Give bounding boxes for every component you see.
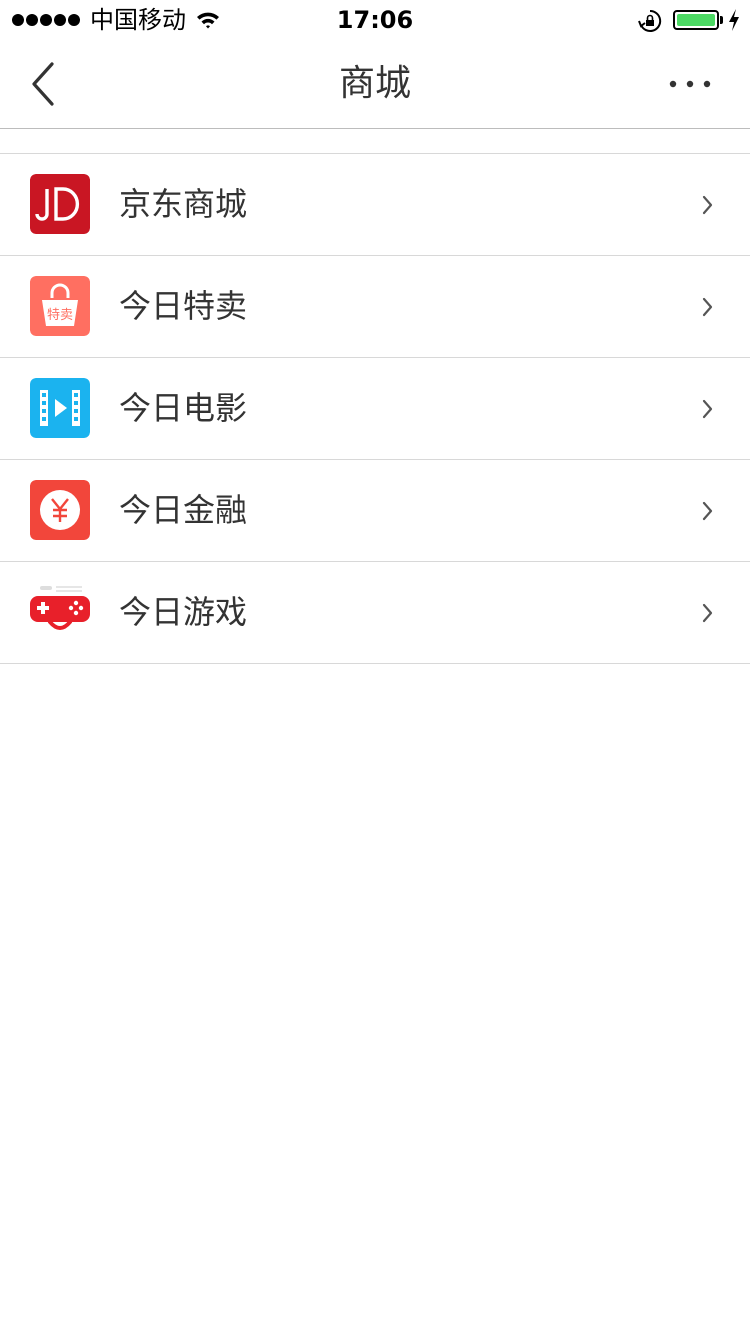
chevron-right-icon xyxy=(702,297,713,317)
nav-bar: 商城 xyxy=(0,40,750,129)
jd-logo-icon xyxy=(30,174,90,234)
list-item-label: 今日金融 xyxy=(119,491,248,529)
list-item-label: 京东商城 xyxy=(119,185,248,223)
chevron-right-icon xyxy=(702,399,713,419)
list-item-daily-movie[interactable]: 今日电影 xyxy=(0,358,750,460)
list-item-daily-finance[interactable]: 今日金融 xyxy=(0,460,750,562)
more-dots-icon[interactable] xyxy=(660,64,720,104)
chevron-right-icon xyxy=(702,603,713,623)
status-bar: 中国移动 17:06 xyxy=(0,0,750,40)
sale-badge-text: 特卖 xyxy=(47,308,73,323)
list-item-label: 今日电影 xyxy=(119,389,248,427)
chevron-right-icon xyxy=(702,501,713,521)
page-title: 商城 xyxy=(338,63,411,104)
battery-nub xyxy=(720,16,723,24)
rotation-lock-icon xyxy=(638,9,662,32)
yuan-coin-icon xyxy=(30,480,90,540)
list-item-jd-mall[interactable]: 京东商城 xyxy=(0,154,750,256)
list-item-daily-sale[interactable]: 特卖 今日特卖 xyxy=(0,256,750,358)
list-item-label: 今日游戏 xyxy=(119,593,248,631)
battery-level xyxy=(677,14,715,26)
chevron-right-icon xyxy=(702,195,713,215)
film-icon xyxy=(30,378,90,438)
list-item-label: 今日特卖 xyxy=(119,287,248,325)
gamepad-icon xyxy=(30,582,90,642)
list-item-daily-games[interactable]: 今日游戏 xyxy=(0,562,750,664)
charging-bolt-icon xyxy=(729,9,739,31)
battery-icon xyxy=(673,10,719,30)
mall-list: 京东商城 特卖 今日特卖 今日电影 今日金融 今日游戏 xyxy=(0,153,750,664)
shopping-bag-icon: 特卖 xyxy=(30,276,90,336)
